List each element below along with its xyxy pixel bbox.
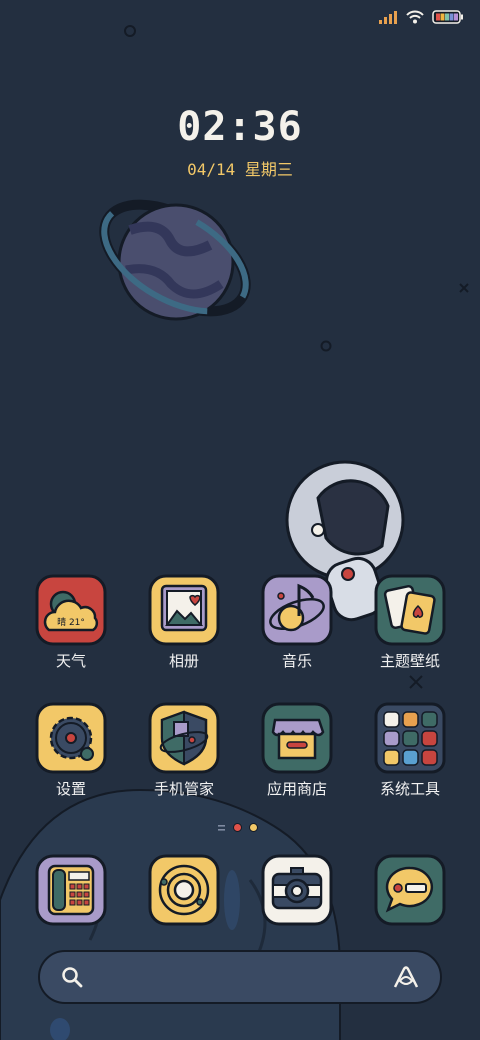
signal-icon (379, 11, 397, 24)
app-label: 应用商店 (266, 780, 327, 798)
star-sparkle (409, 675, 423, 689)
search-bar[interactable] (38, 950, 442, 1004)
app-label: 设置 (55, 780, 86, 798)
planet-illustration (99, 199, 251, 321)
dock-messages[interactable] (360, 854, 460, 926)
app-security[interactable]: 手机管家 (134, 702, 234, 799)
messages-icon (374, 854, 446, 926)
status-bar (378, 10, 464, 24)
battery-icon (432, 10, 463, 24)
wifi-icon (406, 10, 424, 24)
security-icon (148, 702, 220, 774)
search-icon[interactable] (60, 965, 84, 989)
tools-folder-icon (374, 702, 446, 774)
page-dot-active (233, 823, 242, 832)
phone-icon (35, 854, 107, 926)
app-label: 主题壁纸 (379, 652, 440, 670)
clock-time: 02:36 (177, 104, 303, 150)
star-sparkle (459, 283, 469, 293)
star-dot (124, 25, 136, 37)
dock-camera[interactable] (247, 854, 347, 926)
app-label: 手机管家 (153, 780, 214, 798)
page-dot (249, 823, 258, 832)
app-gallery[interactable]: 相册 (134, 574, 234, 671)
weather-icon: 晴 21° (35, 574, 107, 646)
dock-phone[interactable] (21, 854, 121, 926)
weather-widget-text: 晴 21° (57, 616, 85, 628)
page-indicator-home-lines (218, 824, 225, 831)
music-icon (261, 574, 333, 646)
page-indicator[interactable] (218, 823, 258, 832)
app-label: 系统工具 (379, 780, 440, 798)
camera-icon (261, 854, 333, 926)
star-dot (320, 340, 332, 352)
app-label: 天气 (55, 652, 86, 670)
dock-browser[interactable] (134, 854, 234, 926)
app-app-store[interactable]: 应用商店 (247, 702, 347, 799)
assistant-icon[interactable] (392, 965, 420, 989)
browser-icon (148, 854, 220, 926)
clock-widget[interactable]: 02:36 04/14 星期三 (0, 104, 480, 180)
app-settings[interactable]: 设置 (21, 702, 121, 799)
gallery-icon (148, 574, 220, 646)
settings-icon (35, 702, 107, 774)
app-label: 相册 (168, 652, 199, 670)
app-music[interactable]: 音乐 (247, 574, 347, 671)
app-store-icon (261, 702, 333, 774)
app-tools-folder[interactable]: 系统工具 (360, 702, 460, 799)
clock-date: 04/14 星期三 (187, 160, 293, 179)
app-label: 音乐 (281, 652, 312, 670)
themes-icon (374, 574, 446, 646)
app-themes[interactable]: 主题壁纸 (360, 574, 460, 671)
app-weather[interactable]: 晴 21° 天气 (21, 574, 121, 671)
